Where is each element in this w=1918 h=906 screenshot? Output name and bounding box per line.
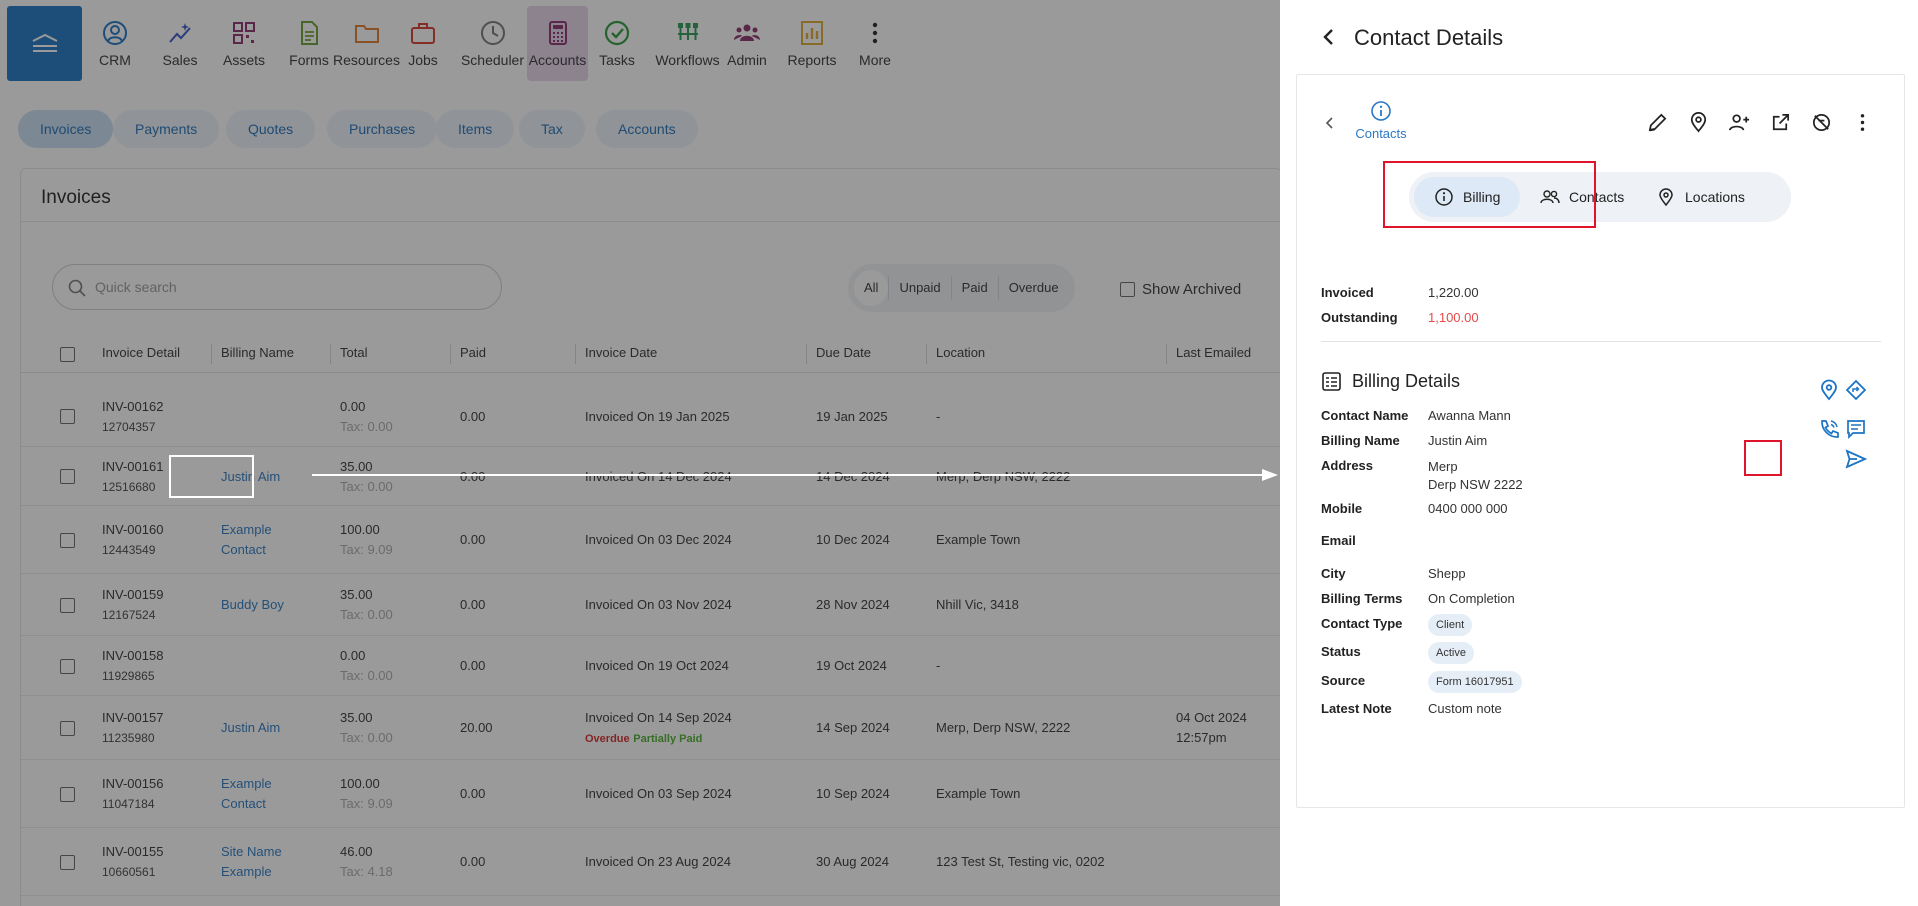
directions-icon xyxy=(1845,379,1867,401)
billing-details-heading: Billing Details xyxy=(1321,371,1460,392)
mobile-call-button[interactable] xyxy=(1818,418,1840,440)
map-pin-icon xyxy=(1821,379,1837,401)
detail-value: Awanna Mann xyxy=(1428,408,1511,423)
detail-value: Justin Aim xyxy=(1428,433,1488,448)
archive-off-icon[interactable] xyxy=(1810,111,1833,134)
address-directions-button[interactable] xyxy=(1845,379,1867,401)
chevron-left-icon[interactable] xyxy=(1322,115,1338,131)
detail-label: Email xyxy=(1321,533,1356,548)
detail-value-line: Merp xyxy=(1428,459,1458,474)
message-icon xyxy=(1847,420,1865,440)
phone-call-icon xyxy=(1821,420,1839,438)
detail-value: On Completion xyxy=(1428,591,1515,606)
detail-label: Contact Name xyxy=(1321,408,1409,423)
edit-pencil-icon[interactable] xyxy=(1646,111,1669,134)
detail-value-line: Derp NSW 2222 xyxy=(1428,477,1523,492)
panel-title: Contact Details xyxy=(1354,25,1504,50)
add-user-icon[interactable] xyxy=(1728,111,1751,134)
send-email-highlight xyxy=(1744,440,1782,476)
tabs-highlight xyxy=(1383,161,1596,228)
annotation-arrow-head xyxy=(1262,469,1278,481)
billing-name-highlight xyxy=(169,455,254,498)
map-pin-icon[interactable] xyxy=(1687,111,1710,134)
detail-label: Mobile xyxy=(1321,501,1363,516)
back-arrow-icon[interactable] xyxy=(1318,26,1340,48)
breadcrumb-contacts[interactable]: Contacts xyxy=(1351,100,1411,143)
tab-locations-label: Locations xyxy=(1685,189,1745,205)
contact-card: Contacts Billing Contacts Locations Invo… xyxy=(1296,74,1905,808)
summary-value: 1,220.00 xyxy=(1428,285,1479,300)
detail-label: Source xyxy=(1321,673,1366,688)
app-main: CRM Sales Assets Forms Resources Jobs Sc… xyxy=(0,0,1280,906)
modal-backdrop[interactable] xyxy=(0,0,1280,906)
detail-chip: Client xyxy=(1428,614,1473,636)
billing-list-icon xyxy=(1322,372,1341,391)
breadcrumb-label: Contacts xyxy=(1355,126,1407,141)
panel-header: Contact Details xyxy=(1280,0,1918,74)
detail-chip: Active xyxy=(1428,642,1474,664)
external-link-icon[interactable] xyxy=(1769,111,1792,134)
detail-label: Billing Terms xyxy=(1321,591,1403,606)
billing-details-title: Billing Details xyxy=(1352,371,1461,391)
detail-label: Address xyxy=(1321,458,1374,473)
contact-details-panel: Contact Details Contacts Billing Contact… xyxy=(1280,0,1918,906)
detail-value: Merp Derp NSW 2222 xyxy=(1428,458,1523,494)
mobile-sms-button[interactable] xyxy=(1845,418,1867,440)
summary-label: Outstanding xyxy=(1321,310,1398,325)
more-vertical-icon[interactable] xyxy=(1851,111,1874,134)
detail-label: City xyxy=(1321,566,1346,581)
send-icon xyxy=(1845,449,1867,469)
detail-label: Status xyxy=(1321,644,1361,659)
divider xyxy=(1321,341,1881,342)
tab-locations[interactable]: Locations xyxy=(1640,177,1761,217)
detail-value: 0400 000 000 xyxy=(1428,501,1508,516)
annotation-arrow xyxy=(312,474,1272,476)
detail-label: Billing Name xyxy=(1321,433,1400,448)
detail-label: Latest Note xyxy=(1321,701,1392,716)
info-icon xyxy=(1371,101,1391,121)
summary-value: 1,100.00 xyxy=(1428,310,1479,325)
detail-chip: Form 16017951 xyxy=(1428,671,1522,693)
contact-actions xyxy=(1646,111,1874,134)
address-map-pin-button[interactable] xyxy=(1818,379,1840,401)
summary-label: Invoiced xyxy=(1321,285,1374,300)
detail-label: Contact Type xyxy=(1321,616,1403,631)
detail-value: Custom note xyxy=(1428,701,1502,716)
map-pin-icon xyxy=(1659,188,1673,207)
detail-value: Shepp xyxy=(1428,566,1466,581)
email-send-button[interactable] xyxy=(1845,448,1867,470)
